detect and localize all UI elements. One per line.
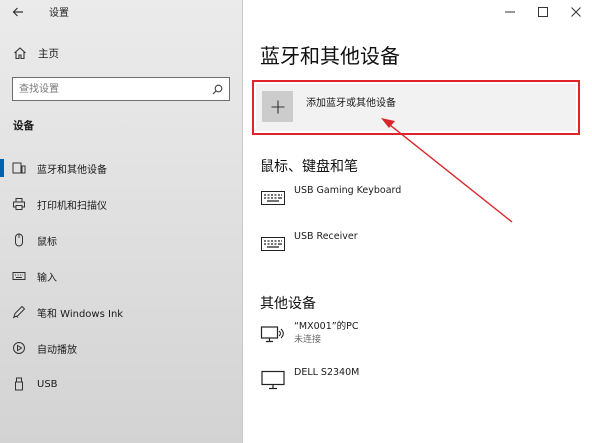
settings-sidebar: 设置 主页 设备 蓝牙和其他设备 bbox=[0, 0, 243, 443]
sidebar-item-label: 鼠标 bbox=[37, 236, 57, 248]
device-status: 未连接 bbox=[294, 335, 322, 345]
close-icon bbox=[570, 7, 581, 17]
minimize-button[interactable] bbox=[493, 0, 526, 24]
plus-icon bbox=[262, 91, 293, 122]
printer-icon bbox=[12, 197, 26, 211]
back-arrow-icon bbox=[12, 7, 23, 17]
keyboard-icon bbox=[258, 186, 288, 210]
bluetooth-devices-icon bbox=[12, 161, 26, 175]
device-name: USB Receiver bbox=[294, 231, 358, 242]
add-device-highlight: 添加蓝牙或其他设备 bbox=[252, 80, 580, 135]
content-pane: 蓝牙和其他设备 添加蓝牙或其他设备 鼠标、键盘和笔 USB Gaming Key… bbox=[244, 0, 592, 443]
window-controls bbox=[493, 0, 592, 24]
device-name: “MX001”的PC bbox=[294, 321, 359, 332]
add-device-button[interactable]: 添加蓝牙或其他设备 bbox=[256, 84, 576, 131]
search-icon[interactable] bbox=[209, 81, 225, 97]
device-name: DELL S2340M bbox=[294, 367, 360, 378]
title-bar: 设置 bbox=[0, 0, 243, 24]
sidebar-item-label: 笔和 Windows Ink bbox=[37, 308, 124, 320]
sidebar-item-label: 蓝牙和其他设备 bbox=[37, 164, 107, 176]
sidebar-item-mouse[interactable]: 鼠标 bbox=[0, 222, 243, 258]
section-title-other-devices: 其他设备 bbox=[260, 296, 316, 312]
sidebar-item-bluetooth[interactable]: 蓝牙和其他设备 bbox=[0, 150, 243, 186]
device-mx001-pc[interactable]: “MX001”的PC 未连接 bbox=[258, 320, 578, 354]
search-input[interactable] bbox=[13, 79, 209, 99]
sidebar-item-typing[interactable]: 输入 bbox=[0, 258, 243, 294]
keyboard-icon bbox=[258, 232, 288, 256]
mouse-icon bbox=[12, 233, 26, 247]
keyboard-icon bbox=[12, 269, 26, 283]
device-dell-s2340m[interactable]: DELL S2340M bbox=[258, 366, 578, 400]
sidebar-item-label: 自动播放 bbox=[37, 344, 77, 356]
maximize-button[interactable] bbox=[526, 0, 559, 24]
back-button[interactable] bbox=[6, 1, 30, 23]
minimize-icon bbox=[504, 11, 515, 13]
section-title-mouse-keyboard-pen: 鼠标、键盘和笔 bbox=[260, 159, 358, 175]
add-device-label: 添加蓝牙或其他设备 bbox=[306, 98, 396, 109]
device-usb-receiver[interactable]: USB Receiver bbox=[258, 230, 578, 264]
sidebar-item-label: 打印机和扫描仪 bbox=[37, 200, 107, 212]
sidebar-item-pen[interactable]: 笔和 Windows Ink bbox=[0, 294, 243, 330]
sidebar-item-label: 输入 bbox=[37, 272, 57, 284]
sidebar-item-usb[interactable]: USB bbox=[0, 366, 243, 402]
pen-icon bbox=[12, 305, 26, 319]
section-heading-devices: 设备 bbox=[13, 120, 34, 132]
usb-icon bbox=[12, 377, 26, 391]
maximize-icon bbox=[537, 7, 548, 17]
sidebar-item-printers[interactable]: 打印机和扫描仪 bbox=[0, 186, 243, 222]
nav-list: 蓝牙和其他设备 打印机和扫描仪 鼠标 输入 笔和 Windows Ink 自动播… bbox=[0, 150, 243, 402]
search-box[interactable] bbox=[12, 77, 230, 101]
monitor-icon bbox=[258, 368, 288, 392]
home-icon bbox=[14, 47, 26, 60]
sidebar-item-label: USB bbox=[37, 378, 58, 390]
sidebar-item-autoplay[interactable]: 自动播放 bbox=[0, 330, 243, 366]
app-title: 设置 bbox=[49, 8, 69, 19]
device-name: USB Gaming Keyboard bbox=[294, 185, 402, 196]
device-usb-gaming-keyboard[interactable]: USB Gaming Keyboard bbox=[258, 184, 578, 218]
pc-wireless-icon bbox=[258, 322, 288, 346]
autoplay-icon bbox=[12, 341, 26, 355]
page-title: 蓝牙和其他设备 bbox=[260, 44, 400, 68]
home-link[interactable]: 主页 bbox=[0, 40, 243, 66]
close-button[interactable] bbox=[559, 0, 592, 24]
home-label: 主页 bbox=[38, 47, 59, 60]
